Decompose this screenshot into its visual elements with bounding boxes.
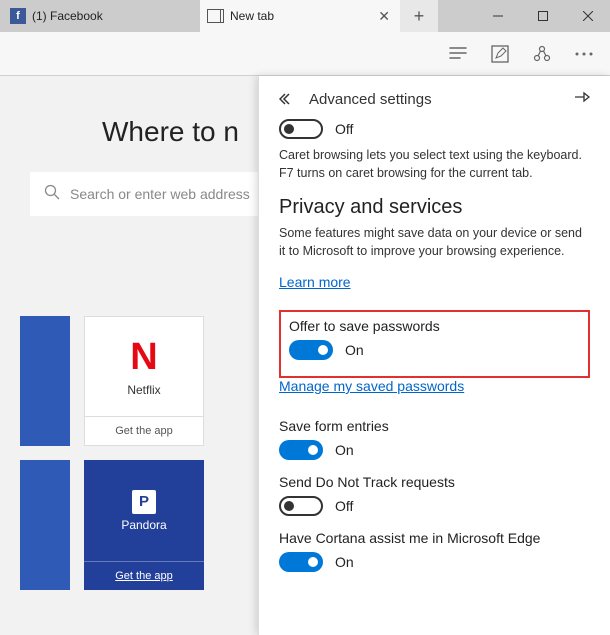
form-entries-label: Save form entries [279,418,590,434]
netflix-logo-icon: N [130,336,157,379]
tile-stripe[interactable] [20,316,70,446]
dnt-toggle[interactable] [279,496,323,516]
search-icon [44,184,60,205]
learn-more-link[interactable]: Learn more [279,274,351,290]
reading-view-icon[interactable] [448,44,468,64]
toggle-state: Off [335,498,353,514]
save-passwords-toggle[interactable] [289,340,333,360]
tab-newtab[interactable]: New tab ✕ [200,0,400,32]
toggle-state: On [345,342,364,358]
privacy-description: Some features might save data on your de… [279,225,590,260]
page-icon [210,9,224,23]
cortana-toggle[interactable] [279,552,323,572]
privacy-heading: Privacy and services [279,196,590,219]
tile-stripe[interactable] [20,460,70,590]
close-tab-icon[interactable]: ✕ [378,8,390,25]
toggle-state: Off [335,121,353,137]
tile-footer[interactable]: Get the app [85,416,203,445]
window-controls [475,0,610,32]
minimize-button[interactable] [475,0,520,32]
caret-browsing-toggle[interactable] [279,119,323,139]
search-placeholder: Search or enter web address [70,186,250,202]
title-bar: f (1) Facebook New tab ✕ + [0,0,610,32]
tile-title: Pandora [121,518,166,532]
toolbar [0,32,610,76]
close-window-button[interactable] [565,0,610,32]
tile-footer[interactable]: Get the app [84,561,204,590]
panel-header: Advanced settings [279,90,590,109]
tile-pandora[interactable]: P Pandora Get the app [84,460,204,590]
tab-facebook[interactable]: f (1) Facebook [0,0,200,32]
facebook-icon: f [10,8,26,24]
tab-label: (1) Facebook [32,9,103,23]
new-tab-button[interactable]: + [400,0,438,32]
pandora-logo-icon: P [132,490,156,514]
highlighted-setting: Offer to save passwords On [279,310,590,378]
note-icon[interactable] [490,44,510,64]
more-icon[interactable] [574,44,594,64]
tile-title: Netflix [127,383,160,397]
back-icon[interactable] [279,92,295,108]
panel-title: Advanced settings [309,91,560,108]
dnt-label: Send Do Not Track requests [279,474,590,490]
caret-browsing-toggle-row: Off [279,119,590,139]
maximize-button[interactable] [520,0,565,32]
caret-browsing-description: Caret browsing lets you select text usin… [279,147,590,182]
form-entries-toggle[interactable] [279,440,323,460]
tile-netflix[interactable]: N Netflix Get the app [84,316,204,446]
advanced-settings-panel: Advanced settings Off Caret browsing let… [258,76,610,635]
manage-passwords-link[interactable]: Manage my saved passwords [279,378,464,394]
toggle-state: On [335,442,354,458]
cortana-label: Have Cortana assist me in Microsoft Edge [279,530,590,546]
share-icon[interactable] [532,44,552,64]
tab-label: New tab [230,9,274,23]
toggle-state: On [335,554,354,570]
pin-icon[interactable] [574,90,590,109]
save-passwords-label: Offer to save passwords [289,318,578,334]
